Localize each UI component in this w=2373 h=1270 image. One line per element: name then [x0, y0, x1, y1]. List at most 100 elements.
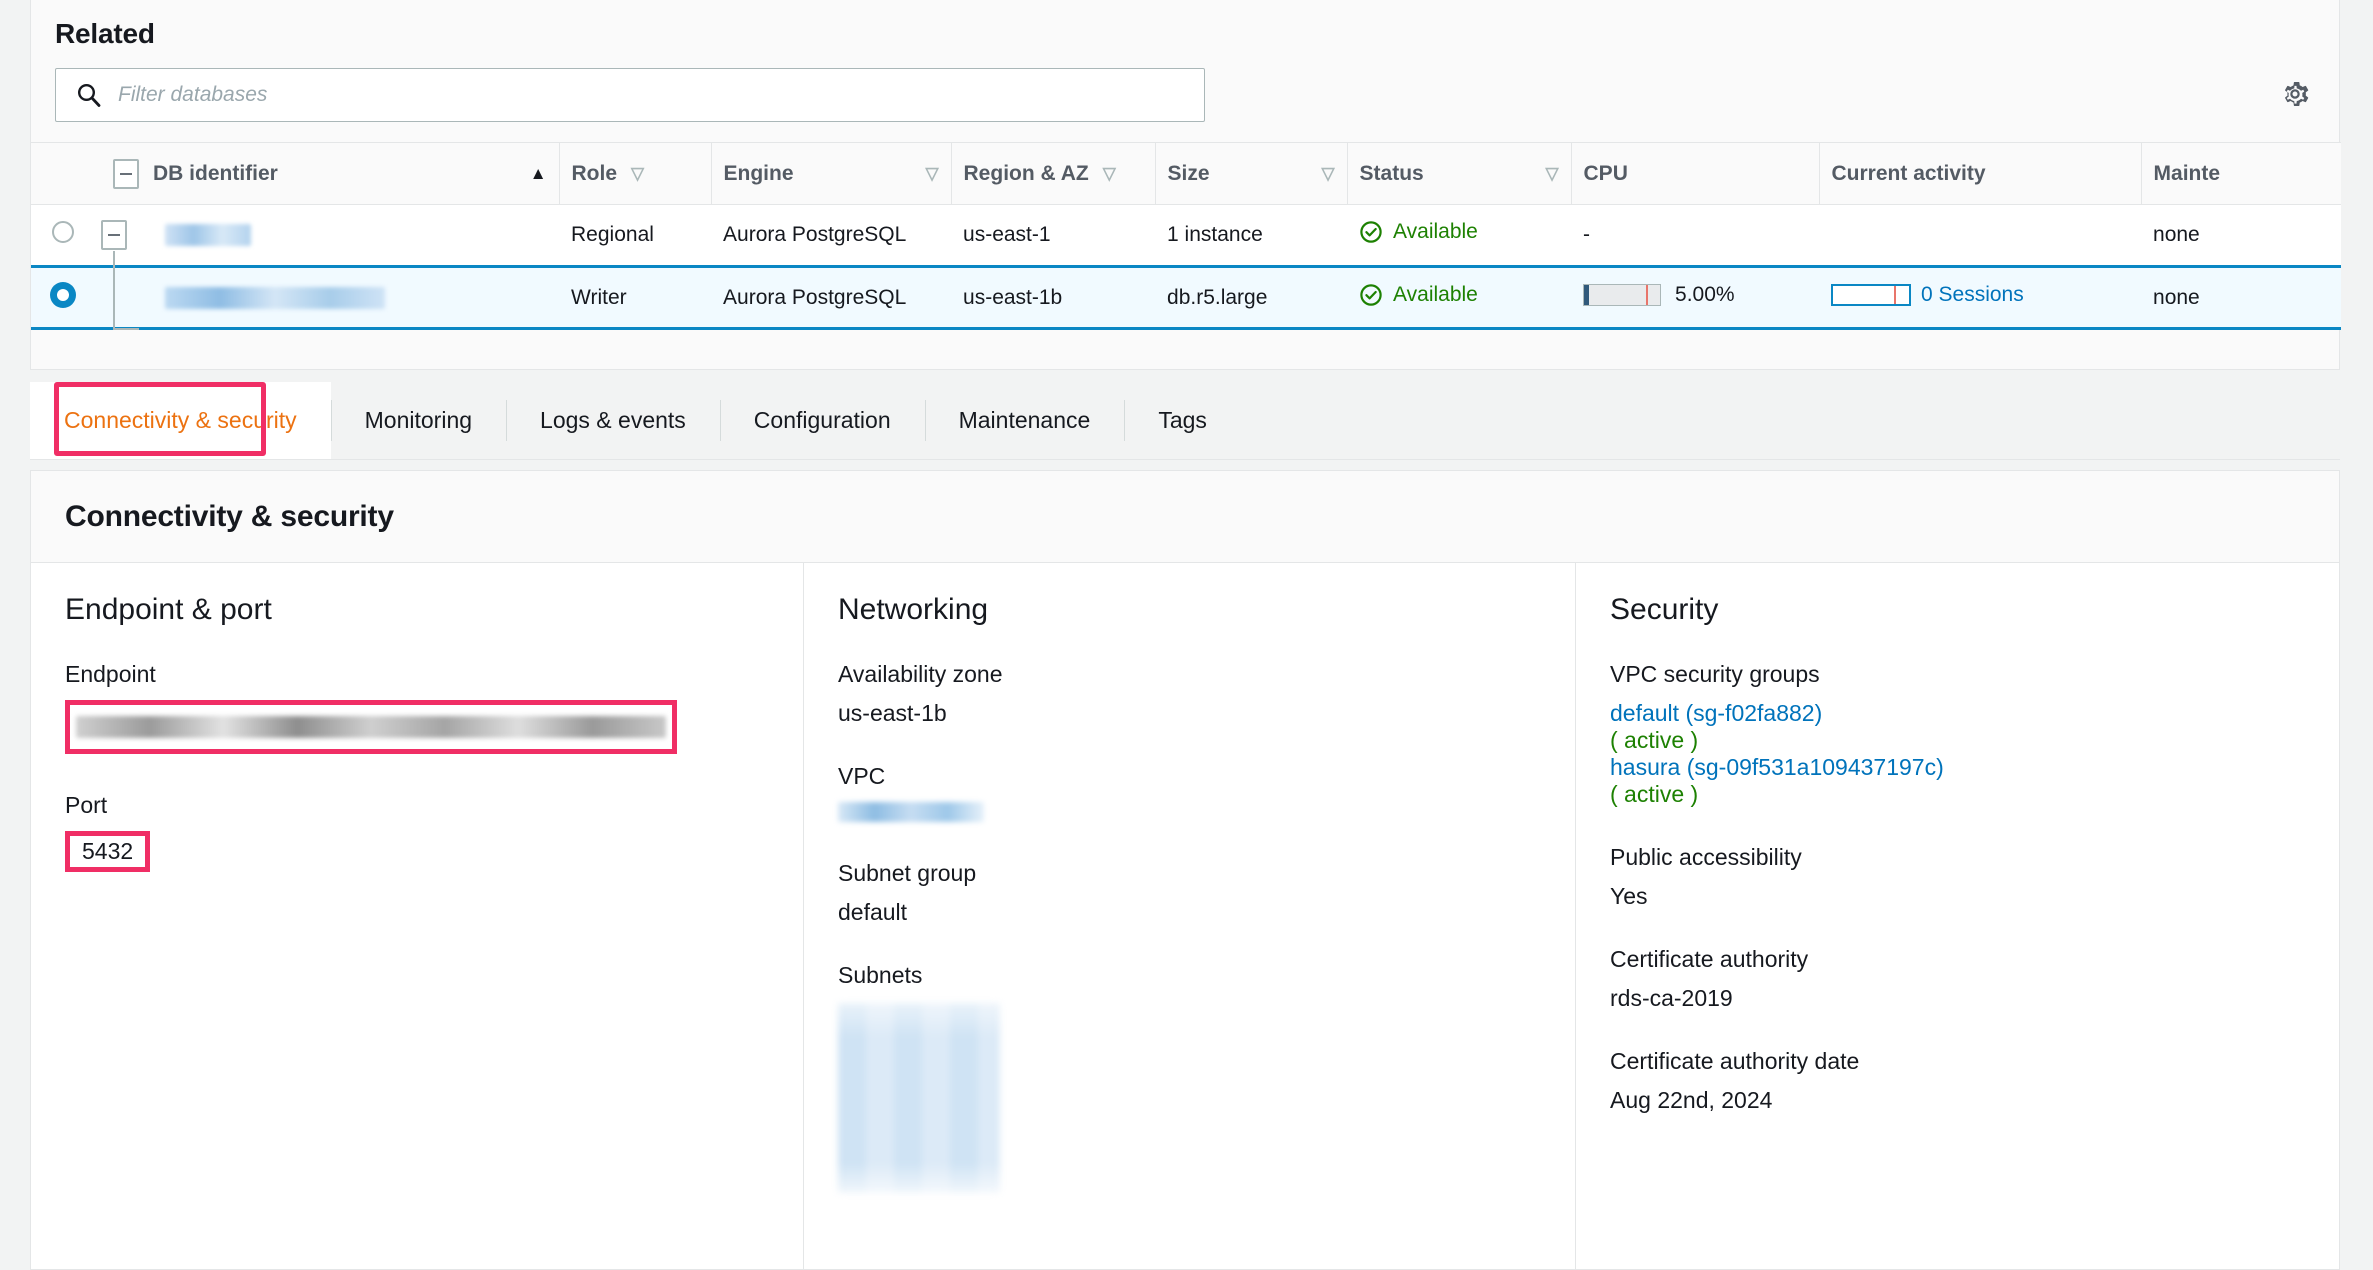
redacted-subnets-value [838, 1003, 1000, 1193]
tree-connector-elbow [113, 298, 139, 330]
sort-icon: ▽ [1102, 163, 1116, 183]
security-group-state-hasura: ( active ) [1610, 781, 1699, 807]
tab-maintenance[interactable]: Maintenance [924, 382, 1125, 459]
related-databases-card: Related Filter databases DB identifier ▲… [30, 0, 2342, 370]
tab-label: Connectivity & security [64, 407, 297, 433]
filter-row [31, 50, 2339, 122]
security-group-state-default: ( active ) [1610, 727, 1699, 753]
detail-tabs: Connectivity & security Monitoring Logs … [30, 382, 2340, 460]
cell-engine: Aurora PostgreSQL [711, 265, 952, 330]
cpu-threshold-marker [1646, 285, 1649, 305]
tab-connectivity-and-security[interactable]: Connectivity & security [30, 382, 331, 459]
endpoint-port-heading: Endpoint & port [65, 593, 272, 626]
endpoint-and-port-column: Endpoint & port Endpoint Port 5432 [31, 563, 803, 1270]
endpoint-label: Endpoint [65, 661, 156, 687]
status-available-icon [1359, 283, 1383, 307]
cell-maintenance: none [2141, 265, 2342, 330]
tab-label: Monitoring [364, 407, 473, 433]
row-radio-selected[interactable] [50, 281, 76, 308]
cell-db-identifier[interactable] [153, 265, 560, 330]
certificate-authority-date-value: Aug 22nd, 2024 [1610, 1087, 1773, 1113]
networking-column: Networking Availability zone us-east-1b … [803, 563, 1575, 1270]
column-label: Region & AZ [963, 161, 1089, 185]
cell-status: Available [1347, 205, 1571, 267]
column-header-role[interactable]: Role ▽ [558, 142, 712, 205]
tab-monitoring[interactable]: Monitoring [330, 382, 506, 459]
table-row[interactable]: Regional Aurora PostgreSQL us-east-1 1 i… [31, 204, 2342, 313]
cell-current-activity [1819, 205, 2141, 267]
row-radio-cell[interactable] [31, 205, 95, 267]
cell-role: Writer [559, 265, 712, 330]
column-label: Mainte [2153, 161, 2221, 185]
redacted-endpoint-value [76, 716, 666, 738]
status-text: Available [1393, 220, 1478, 243]
tab-label: Maintenance [958, 407, 1091, 433]
table-row[interactable]: Writer Aurora PostgreSQL us-east-1b db.r… [31, 265, 2342, 330]
related-heading: Related [55, 18, 155, 49]
column-header-db-identifier[interactable]: DB identifier ▲ [95, 143, 559, 205]
certificate-authority-date-label: Certificate authority date [1610, 1048, 1860, 1074]
sort-icon: ▽ [925, 163, 939, 183]
status-available-icon [1359, 220, 1383, 244]
row-radio-unselected[interactable] [52, 221, 74, 243]
cell-current-activity: 0 Sessions [1819, 265, 2142, 330]
vpc-security-groups-label: VPC security groups [1610, 661, 1820, 687]
security-column: Security VPC security groups default (sg… [1575, 563, 2339, 1270]
subnet-group-value: default [838, 899, 908, 925]
port-value: 5432 [82, 838, 134, 864]
sort-icon: ▽ [1321, 163, 1335, 183]
tab-configuration[interactable]: Configuration [719, 382, 925, 459]
sort-icon: ▽ [1545, 163, 1559, 183]
tab-label: Configuration [753, 407, 891, 433]
security-group-link-default[interactable]: default (sg-f02fa882) [1610, 700, 2305, 727]
column-header-size[interactable]: Size ▽ [1154, 142, 1348, 205]
sessions-bar [1831, 284, 1912, 306]
cell-cpu: - [1583, 223, 1591, 246]
column-label: CPU [1583, 161, 1628, 185]
column-header-current-activity[interactable]: Current activity [1818, 142, 2142, 205]
public-accessibility-value: Yes [1610, 883, 1648, 909]
gear-icon [2280, 79, 2310, 112]
redacted-db-identifier [165, 224, 251, 247]
cell-db-identifier[interactable] [153, 205, 559, 267]
related-databases-table: DB identifier ▲ Role ▽ Engine ▽ Region &… [31, 142, 2342, 330]
port-label: Port [65, 792, 108, 818]
column-header-engine[interactable]: Engine ▽ [710, 142, 952, 205]
cpu-bar-fill [1584, 285, 1590, 305]
expand-collapse-icon[interactable] [101, 220, 127, 250]
column-label: Role [571, 161, 618, 185]
row-tree-cell [95, 205, 153, 313]
cell-region-az: us-east-1b [951, 265, 1156, 330]
cell-size: 1 instance [1167, 223, 1263, 246]
column-label: DB identifier [153, 161, 278, 185]
row-tree-cell [95, 265, 153, 330]
sessions-value-text[interactable]: 0 Sessions [1921, 283, 2024, 307]
redacted-vpc-value [838, 802, 984, 822]
filter-databases-search[interactable] [55, 68, 1205, 122]
rds-console-page: Related Filter databases DB identifier ▲… [0, 0, 2373, 1270]
cpu-utilization-bar [1583, 284, 1662, 306]
panel-title: Connectivity & security [65, 499, 394, 533]
tab-tags[interactable]: Tags [1124, 382, 1241, 459]
security-group-link-hasura[interactable]: hasura (sg-09f531a109437197c) [1610, 754, 2305, 781]
row-radio-cell[interactable] [31, 265, 95, 330]
annotation-box-endpoint [65, 700, 677, 754]
cell-status: Available [1347, 265, 1572, 330]
tab-logs-and-events[interactable]: Logs & events [506, 382, 720, 459]
column-header-status[interactable]: Status ▽ [1346, 142, 1572, 205]
cpu-value-text: 5.00% [1675, 283, 1735, 306]
status-text: Available [1393, 282, 1478, 306]
column-header-maintenance[interactable]: Mainte [2140, 142, 2342, 205]
table-preferences-button[interactable] [2275, 75, 2315, 115]
panel-header: Connectivity & security [31, 471, 2339, 563]
collapse-all-icon[interactable] [113, 158, 139, 189]
sort-ascending-icon: ▲ [529, 163, 547, 183]
column-header-cpu[interactable]: CPU [1570, 142, 1820, 205]
table-header-row: DB identifier ▲ Role ▽ Engine ▽ Region &… [31, 142, 2342, 205]
search-input[interactable] [116, 82, 1204, 108]
select-all-header [31, 143, 95, 205]
redacted-db-identifier [165, 286, 385, 309]
tab-label: Tags [1158, 407, 1207, 433]
column-header-region-az[interactable]: Region & AZ ▽ [950, 142, 1156, 205]
subnet-group-label: Subnet group [838, 860, 977, 886]
